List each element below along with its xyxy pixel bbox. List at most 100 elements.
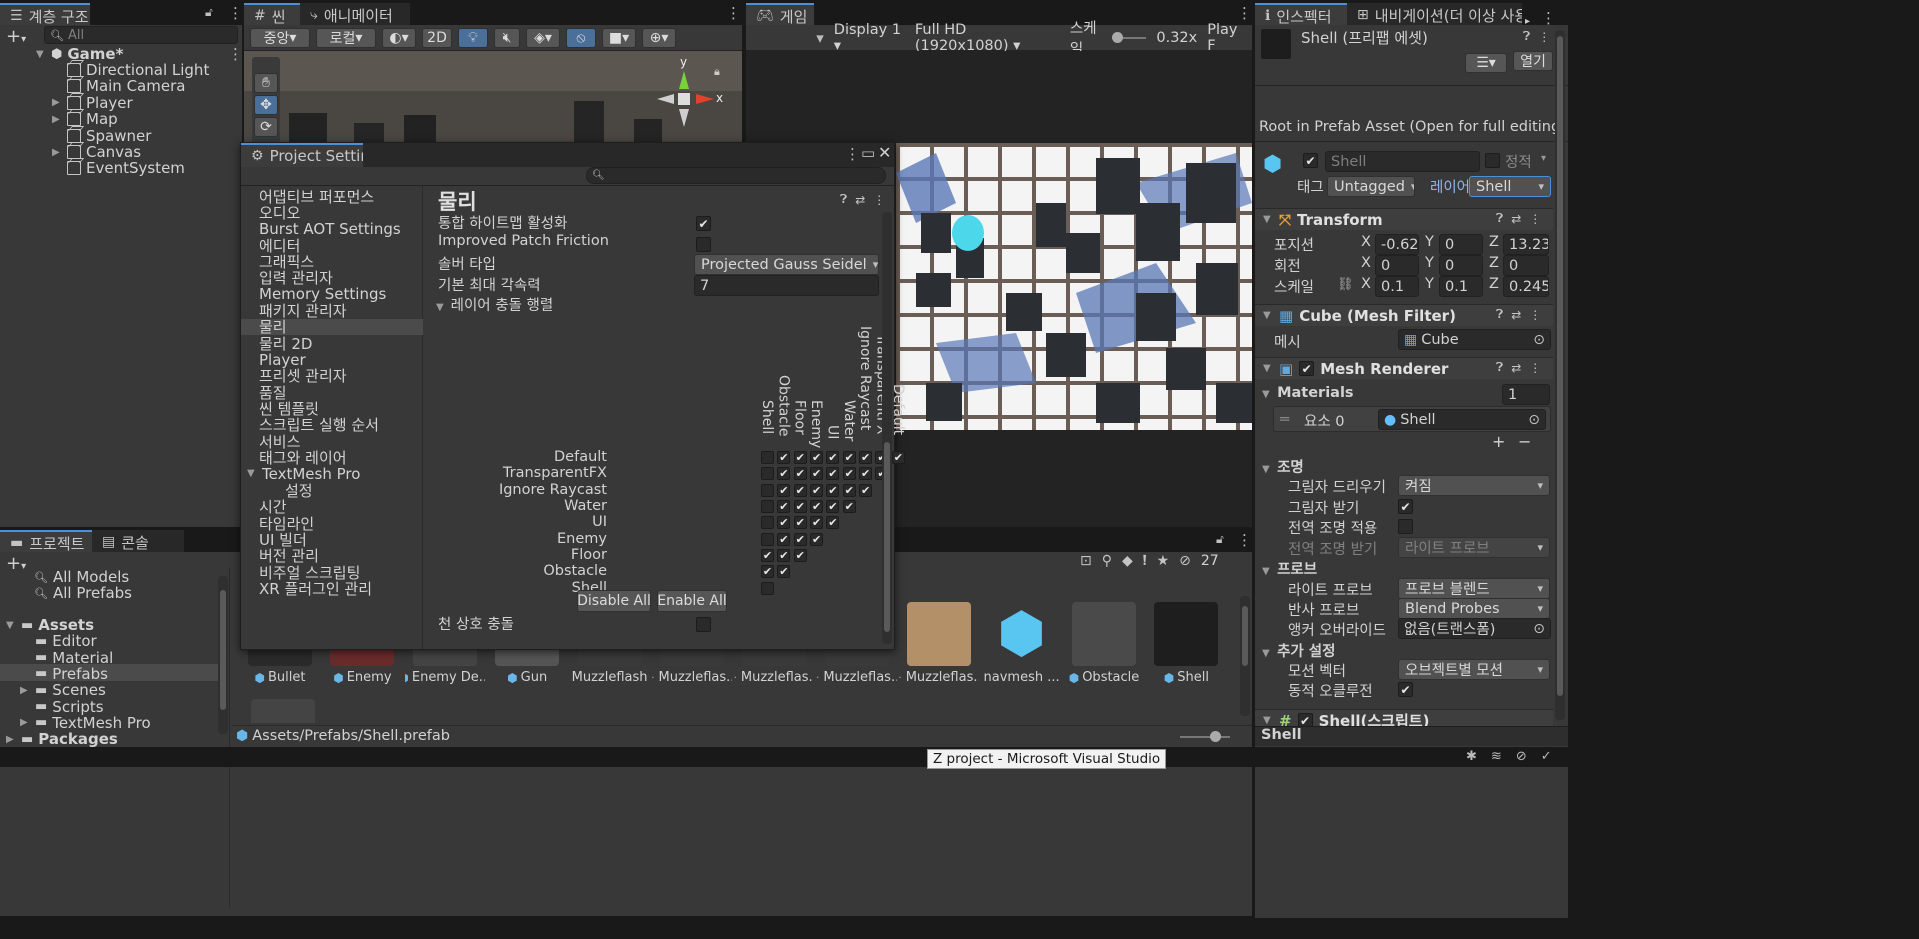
preset-icon[interactable]: ⇄: [855, 192, 865, 207]
folder-item[interactable]: ▼ ▬ Assets: [6, 616, 94, 634]
more-icon[interactable]: ⋮: [1538, 29, 1550, 44]
thumbnail-slider-thumb[interactable]: [1210, 731, 1221, 742]
angvel-input[interactable]: 7: [694, 275, 879, 296]
collision-checkbox[interactable]: ✔: [761, 549, 774, 563]
collision-checkbox[interactable]: [761, 516, 774, 530]
tab-console[interactable]: ▤ 콘솔: [92, 530, 184, 554]
cloth-checkbox[interactable]: [696, 617, 711, 632]
prefab-options-dropdown[interactable]: ☰▾: [1465, 53, 1507, 73]
sidebar-scrollbar-thumb[interactable]: [220, 590, 226, 710]
collision-checkbox[interactable]: ✔: [810, 500, 824, 514]
hierarchy-item[interactable]: EventSystem: [52, 159, 185, 177]
asset-item[interactable]: ⬢ Shell: [1146, 602, 1227, 685]
collision-checkbox[interactable]: ✔: [777, 532, 791, 546]
scale-x-axis-label[interactable]: X: [1361, 276, 1371, 292]
label-icon[interactable]: ◆: [1122, 553, 1133, 569]
anchor-override-field[interactable]: 없음(트랜스폼) ⊙: [1398, 618, 1551, 639]
object-picker-icon[interactable]: ⊙: [1533, 332, 1545, 348]
help-icon[interactable]: ❓︎: [840, 192, 847, 207]
material-field[interactable]: ● Shell ⊙: [1378, 409, 1546, 430]
2d-toggle[interactable]: 2D: [422, 27, 452, 48]
filter-icon[interactable]: ⚲: [1102, 553, 1112, 569]
warning-icon[interactable]: ❗︎: [1143, 553, 1147, 569]
expand-arrow-icon[interactable]: ▶: [52, 147, 62, 158]
hierarchy-menu-icon[interactable]: ⋮: [228, 4, 243, 22]
settings-scrollbar-thumb[interactable]: [884, 442, 890, 632]
asset-item[interactable]: ⬢ Obstacle: [1064, 602, 1144, 685]
collision-checkbox[interactable]: ✔: [826, 516, 840, 530]
expand-arrow-icon[interactable]: ▼: [6, 620, 16, 631]
name-field[interactable]: Shell: [1325, 151, 1480, 172]
object-picker-icon[interactable]: ⊙: [1528, 412, 1540, 428]
heightmap-checkbox[interactable]: ✔: [696, 216, 711, 231]
collision-checkbox[interactable]: ✔: [810, 467, 824, 481]
game-menu-icon[interactable]: ⋮: [1237, 4, 1252, 22]
scale-slider[interactable]: [1111, 31, 1147, 43]
collision-checkbox[interactable]: ✔: [810, 516, 824, 530]
collision-checkbox[interactable]: ✔: [859, 451, 873, 464]
gi-checkbox[interactable]: [1398, 519, 1413, 534]
collision-checkbox[interactable]: ✔: [842, 500, 856, 514]
rotation-y-axis-label[interactable]: Y: [1425, 255, 1434, 271]
object-picker-icon[interactable]: ⊙: [1533, 621, 1545, 637]
collision-checkbox[interactable]: ✔: [777, 549, 791, 563]
collision-checkbox[interactable]: ✔: [842, 467, 856, 481]
collision-checkbox[interactable]: ✔: [793, 532, 807, 546]
settings-category[interactable]: 오디오: [241, 204, 423, 222]
reflection-probe-dropdown[interactable]: Blend Probes: [1398, 598, 1550, 619]
disable-all-button[interactable]: Disable All: [577, 590, 651, 612]
position-x-input[interactable]: -0.622: [1375, 234, 1419, 255]
inspector-scrollbar-thumb[interactable]: [1557, 36, 1563, 696]
help-icon[interactable]: ❓︎: [1496, 360, 1503, 375]
more-icon[interactable]: ⋮: [1529, 307, 1541, 322]
space-dropdown[interactable]: 로컬 ▾: [316, 27, 376, 48]
move-tool-icon[interactable]: ✥: [254, 95, 278, 115]
collision-checkbox[interactable]: [761, 451, 774, 464]
camera-icon[interactable]: ■▾: [602, 27, 636, 48]
light-probe-dropdown[interactable]: 프로브 블렌드: [1398, 578, 1550, 599]
expand-arrow-icon[interactable]: ▼: [247, 468, 257, 479]
add-material-button[interactable]: +: [1492, 432, 1505, 451]
mesh-renderer-enabled-checkbox[interactable]: ✔: [1299, 361, 1315, 376]
folder-item[interactable]: ▬ Prefabs: [20, 665, 108, 683]
expand-arrow-icon[interactable]: ▶: [20, 717, 30, 728]
collision-checkbox[interactable]: ✔: [777, 500, 791, 514]
collision-checkbox[interactable]: [761, 581, 774, 595]
remove-material-button[interactable]: −: [1518, 432, 1531, 451]
more-icon[interactable]: ⋮: [1529, 360, 1541, 375]
hidden-packages-icon[interactable]: ⊘: [1179, 553, 1191, 569]
scale-z-input[interactable]: 0.245:: [1503, 276, 1549, 297]
settings-category[interactable]: 입력 관리자: [241, 269, 423, 287]
tab-navigation[interactable]: ⊞내비게이션(더 이상 사용...: [1347, 3, 1522, 27]
folder-item[interactable]: ▶ ▬ Packages: [6, 730, 118, 748]
folder-item[interactable]: ▬ Scripts: [20, 698, 104, 716]
scale-x-input[interactable]: 0.1: [1375, 276, 1419, 297]
lighting-toggle-icon[interactable]: 💡︎: [458, 27, 488, 48]
settings-category[interactable]: XR 플러그인 관리: [241, 580, 423, 598]
thumbnail-size-slider[interactable]: [1180, 731, 1230, 742]
collision-checkbox[interactable]: ✔: [777, 451, 791, 464]
scale-slider-thumb[interactable]: [1111, 31, 1123, 43]
scale-z-axis-label[interactable]: Z: [1489, 276, 1499, 292]
collision-checkbox[interactable]: ✔: [793, 483, 807, 497]
collision-checkbox[interactable]: ✔: [810, 483, 824, 497]
collision-checkbox[interactable]: ✔: [777, 565, 791, 579]
collision-checkbox[interactable]: [761, 483, 774, 497]
maximize-icon[interactable]: ▭: [861, 144, 875, 162]
tab-game[interactable]: 🎮︎ 게임: [746, 3, 814, 27]
open-prefab-button[interactable]: 열기: [1513, 51, 1553, 71]
tab-inspector[interactable]: ℹ 인스펙터: [1255, 3, 1347, 27]
expand-arrow-icon[interactable]: ▼: [36, 49, 46, 60]
constrain-proportions-icon[interactable]: ⛓: [1337, 277, 1354, 292]
collision-checkbox[interactable]: [761, 467, 774, 481]
motion-vectors-dropdown[interactable]: 오브젝트별 모션: [1398, 659, 1550, 680]
project-settings-titlebar[interactable]: ⚙Project Settings ⋮ ▭ ✕: [241, 143, 894, 167]
collision-checkbox[interactable]: ✔: [826, 483, 840, 497]
rotate-tool-icon[interactable]: ⟳: [254, 117, 278, 137]
play-mode-dropdown[interactable]: Play F: [1207, 22, 1246, 54]
drag-handle-icon[interactable]: ═: [1280, 410, 1289, 428]
receive-shadows-checkbox[interactable]: ✔: [1398, 499, 1413, 514]
materials-count-input[interactable]: 1: [1502, 384, 1550, 405]
expand-arrow-icon[interactable]: ▶: [52, 97, 62, 108]
more-icon[interactable]: ⋮: [1529, 211, 1541, 226]
